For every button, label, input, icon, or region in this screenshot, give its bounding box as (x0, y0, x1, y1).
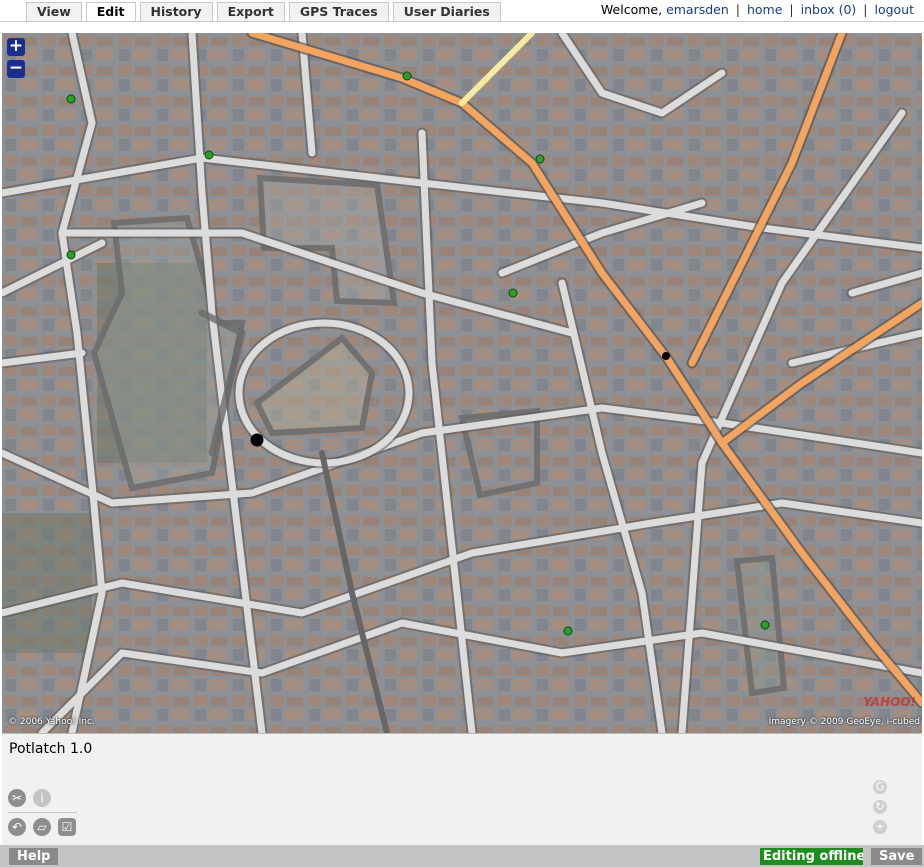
tab-view[interactable]: View (26, 2, 82, 21)
tab-history[interactable]: History (139, 2, 213, 21)
tool-panel: Potlatch 1.0 ✂ i ↶ ▱ ☑ G ↻ + (2, 733, 922, 845)
home-link[interactable]: home (747, 2, 782, 17)
zoom-out-button[interactable]: − (7, 60, 25, 78)
tab-user-diaries[interactable]: User Diaries (392, 2, 501, 21)
zoom-in-button[interactable]: + (7, 38, 25, 56)
undo-icon[interactable]: ↶ (8, 818, 26, 836)
user-bar: Welcome, emarsden | home | inbox (0) | l… (601, 2, 914, 17)
tab-edit[interactable]: Edit (85, 2, 136, 22)
save-button[interactable]: Save (871, 848, 923, 865)
imagery-credit: Imagery © 2009 GeoEye, i-cubed (768, 717, 920, 727)
gps-icon[interactable]: ▱ (33, 818, 51, 836)
tab-underline (0, 21, 924, 22)
map-canvas[interactable]: + − YAHOO! © 2006 Yahoo! Inc. Imagery © … (2, 33, 922, 733)
tab-bar: View Edit History Export GPS Traces User… (26, 2, 501, 22)
editing-status: Editing offline (760, 848, 863, 865)
tab-gps-traces[interactable]: GPS Traces (288, 2, 389, 21)
copyright-left: © 2006 Yahoo! Inc. (8, 717, 95, 727)
inbox-link[interactable]: inbox (0) (801, 2, 857, 17)
bottom-bar: Help Editing offline Save (0, 845, 924, 867)
separator: | (863, 2, 868, 17)
tab-export[interactable]: Export (216, 2, 285, 21)
help-button[interactable]: Help (9, 848, 59, 865)
separator: | (735, 2, 740, 17)
refresh-icon[interactable]: ↻ (873, 800, 887, 814)
tool-divider (8, 812, 77, 813)
add-icon[interactable]: + (873, 820, 887, 834)
scissors-icon[interactable]: ✂ (8, 789, 26, 807)
check-icon[interactable]: ☑ (58, 818, 76, 836)
info-icon[interactable]: i (33, 789, 51, 807)
yahoo-logo: YAHOO! (863, 695, 916, 709)
username-link[interactable]: emarsden (666, 2, 729, 17)
aerial-map[interactable] (2, 33, 922, 733)
app-title: Potlatch 1.0 (9, 741, 93, 757)
welcome-text: Welcome, (600, 2, 663, 17)
logout-link[interactable]: logout (874, 2, 914, 17)
gps-right-icon[interactable]: G (873, 780, 887, 794)
separator: | (789, 2, 794, 17)
